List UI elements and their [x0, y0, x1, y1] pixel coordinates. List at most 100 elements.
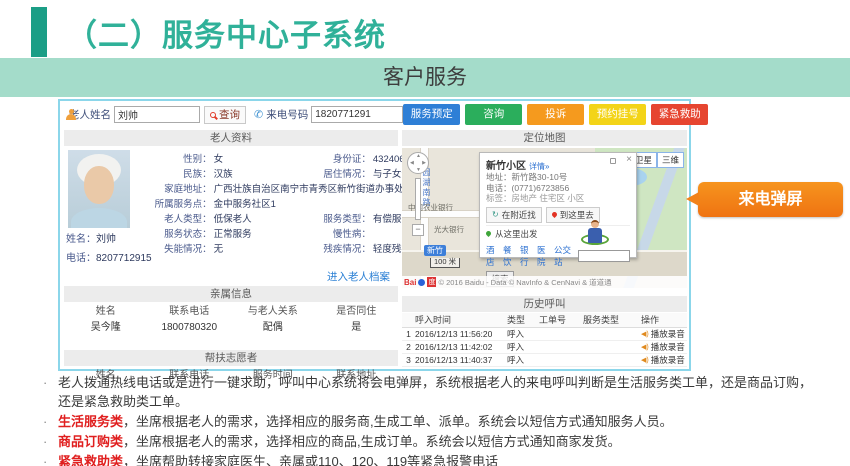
complaint-button[interactable]: 投诉	[527, 104, 584, 125]
field-value: 低保老人	[214, 212, 252, 227]
photo-name-line: 姓名：刘帅	[66, 233, 152, 247]
field-value: 正常服务	[214, 227, 252, 242]
quick-link-busstop[interactable]: 公交站	[554, 244, 575, 268]
call-type: 呼入	[507, 328, 539, 340]
bullet-text: ，坐席根据老人的需求，选择相应的商品,生成订单。系统会以短信方式通知商家发货。	[123, 434, 621, 449]
quick-link-hotel[interactable]: 酒店	[486, 244, 500, 268]
call-history-header: 历史呼叫	[402, 296, 687, 312]
service-type	[583, 328, 641, 340]
quick-link-bank[interactable]: 银行	[520, 244, 534, 268]
bullet-lead: 商品订购类	[58, 434, 123, 449]
nearby-search-tab[interactable]: ↻在附近找	[486, 207, 542, 223]
bullet-text: 老人拨通热线电话或是进行一键求助，呼叫中心系统将会电弹屏，系统根据老人的来电呼叫…	[58, 375, 812, 409]
field-label: 性别：	[152, 152, 212, 167]
play-recording-link[interactable]: 播放录音	[651, 328, 685, 341]
service-booking-button[interactable]: 服务预定	[403, 104, 460, 125]
compass-icon[interactable]: ▲▼◀▶	[407, 152, 429, 174]
call-history-panel: 历史呼叫 呼入时间 类型 工单号 服务类型 操作 1 2016/12/13 11…	[402, 296, 687, 367]
call-time: 2016/12/13 11:40:37	[415, 354, 507, 366]
column-header: 工单号	[539, 313, 583, 327]
consult-button[interactable]: 咨询	[465, 104, 522, 125]
query-button-label: 查询	[219, 107, 240, 122]
row-index: 1	[402, 328, 415, 340]
zoom-slider[interactable]	[415, 178, 421, 220]
bullet-item: 老人拨通热线电话或是进行一键求助，呼叫中心系统将会电弹屏，系统根据老人的来电呼叫…	[42, 373, 812, 411]
call-history-row: 1 2016/12/13 11:56:20 呼入 ◀)播放录音	[402, 328, 687, 341]
family-header-row: 姓名 联系电话 与老人关系 是否同住	[64, 304, 398, 320]
speaker-icon: ◀)	[641, 354, 649, 367]
field-label: 居住情况：	[311, 167, 371, 182]
popup-tags: 房地产 住宅区 小区	[512, 193, 585, 203]
column-header: 是否同住	[315, 304, 399, 320]
quick-link-food[interactable]: 餐饮	[503, 244, 517, 268]
slide: （二）服务中心子系统 客户服务 老人姓名 查询 ✆ 来电号码 服务预定 咨询 投…	[0, 0, 850, 466]
nearby-tab-label: 在附近找	[502, 209, 536, 221]
photo-name-label: 姓名：	[66, 234, 96, 245]
banner-title: 客户服务	[0, 58, 850, 97]
appointment-button[interactable]: 预约挂号	[589, 104, 646, 125]
play-recording-link[interactable]: 播放录音	[651, 354, 685, 367]
elder-name-input[interactable]	[114, 106, 200, 123]
family-cohabit: 是	[315, 320, 399, 336]
row-index: 2	[402, 341, 415, 353]
map-view-3d[interactable]: 三维	[657, 152, 684, 168]
row-index: 3	[402, 354, 415, 366]
service-type	[583, 341, 641, 353]
family-phone: 1800780320	[148, 320, 232, 336]
page-title: （二）服务中心子系统	[66, 10, 386, 55]
query-button[interactable]: 查询	[204, 106, 246, 124]
close-icon[interactable]: ×	[626, 154, 632, 165]
map-panel: 定位地图 园湖南路 中国农业银行 光大银行 新竹 ▲▼◀▶ − 地图	[402, 130, 687, 367]
call-type: 呼入	[507, 341, 539, 353]
app-window: 老人姓名 查询 ✆ 来电号码 服务预定 咨询 投诉 预约挂号 紧急救助 老人资料	[58, 99, 691, 371]
call-time: 2016/12/13 11:56:20	[415, 328, 507, 340]
call-history-row: 3 2016/12/13 11:40:37 呼入 ◀)播放录音	[402, 354, 687, 367]
baidu-paw-icon	[418, 279, 425, 286]
play-recording-link[interactable]: 播放录音	[651, 341, 685, 354]
zoom-minus-icon[interactable]: −	[412, 224, 424, 236]
enter-archive-link[interactable]: 进入老人档案	[64, 266, 398, 286]
popup-pin-icon[interactable]	[610, 158, 616, 164]
quick-link-hospital[interactable]: 医院	[537, 244, 551, 268]
field-value: 汉族	[214, 167, 233, 182]
caller-number-input[interactable]	[311, 106, 403, 123]
popup-phone-label: 电话：	[486, 183, 512, 193]
field-label: 身份证：	[311, 152, 371, 167]
bullet-item: 商品订购类，坐席根据老人的需求，选择相应的商品,生成订单。系统会以短信方式通知商…	[42, 432, 812, 451]
emergency-button[interactable]: 紧急救助	[651, 104, 708, 125]
map-section-header: 定位地图	[402, 130, 687, 146]
field-label: 民族：	[152, 167, 212, 182]
green-pin-icon	[485, 230, 492, 237]
speaker-icon: ◀)	[641, 328, 649, 341]
call-time: 2016/12/13 11:42:02	[415, 341, 507, 353]
popup-address: 新竹路30-10号	[512, 172, 568, 182]
red-pin-icon	[551, 211, 558, 218]
phone-icon: ✆	[254, 108, 263, 121]
incoming-call-callout: 来电弹屏	[698, 182, 843, 217]
photo-phone-line: 电话：8207712915	[66, 252, 152, 266]
field-label: 慢性病：	[311, 227, 371, 242]
family-name: 吴今隆	[64, 320, 148, 336]
baidu-map[interactable]: 园湖南路 中国农业银行 光大银行 新竹 ▲▼◀▶ − 地图 卫星 三维 新竹小区…	[402, 148, 687, 288]
nearby-icon: ↻	[492, 210, 499, 219]
call-history-row: 2 2016/12/13 11:42:02 呼入 ◀)播放录音	[402, 341, 687, 354]
family-table: 姓名 联系电话 与老人关系 是否同住 吴今隆 1800780320 配偶 是	[64, 304, 398, 336]
profile-section-header: 老人资料	[64, 130, 398, 146]
action-buttons: 服务预定 咨询 投诉 预约挂号 紧急救助	[403, 104, 708, 125]
popup-detail-link[interactable]: 详情»	[529, 162, 549, 171]
column-header: 呼入时间	[415, 313, 507, 327]
title-accent-bar	[31, 7, 47, 57]
bullet-lead: 紧急救助类	[58, 454, 123, 466]
volunteer-section-header: 帮扶志愿者	[64, 350, 398, 366]
baidu-logo-du: 度	[427, 277, 436, 287]
popup-phone: (0771)6723856	[512, 183, 570, 193]
field-label: 老人类型：	[152, 212, 212, 227]
bullet-item: 生活服务类，坐席根据老人的需求，选择相应的服务商,生成工单、派单。系统会以短信方…	[42, 412, 812, 431]
popup-search-input[interactable]	[578, 250, 630, 262]
field-label: 残疾情况：	[311, 242, 371, 257]
popup-address-label: 地址：	[486, 172, 512, 182]
family-relation: 配偶	[231, 320, 315, 336]
map-person-figure	[584, 220, 606, 243]
map-landmark: 光大银行	[434, 224, 464, 235]
family-section-header: 亲属信息	[64, 286, 398, 302]
